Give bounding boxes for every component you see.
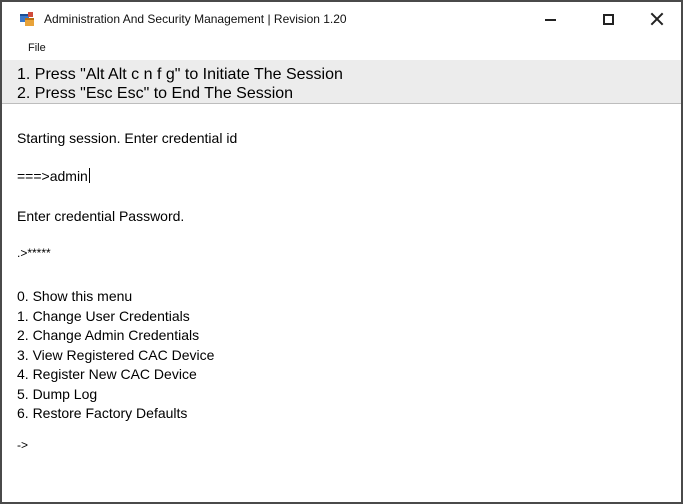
menu-item: 1. Change User Credentials xyxy=(17,307,190,324)
maximize-icon xyxy=(602,13,614,25)
close-icon xyxy=(650,12,664,26)
menu-item: 2. Change Admin Credentials xyxy=(17,327,200,343)
instruction-end: 2. Press "Esc Esc" to End The Session xyxy=(17,85,294,102)
menu-item: 5. Dump Log xyxy=(17,385,98,402)
title-bar[interactable]: Administration And Security Management |… xyxy=(2,2,681,36)
menu-item: 4. Register New CAC Device xyxy=(17,366,197,382)
menu-item: 6. Restore Factory Defaults xyxy=(17,405,188,421)
credential-id-value: ===>admin xyxy=(17,168,88,184)
maximize-button[interactable] xyxy=(585,2,631,36)
menu-file[interactable]: File xyxy=(28,42,46,54)
close-button[interactable] xyxy=(634,2,680,36)
command-prompt[interactable]: -> xyxy=(17,438,28,452)
credential-id-prompt: Starting session. Enter credential id xyxy=(17,130,238,146)
minimize-button[interactable] xyxy=(527,2,573,36)
credential-id-entry[interactable]: ===>admin xyxy=(17,168,90,184)
instructions-panel: 1. Press "Alt Alt c n f g" to Initiate T… xyxy=(2,60,681,104)
text-cursor xyxy=(88,168,90,183)
console-output[interactable]: Starting session. Enter credential id ==… xyxy=(2,105,681,502)
menu-bar: File xyxy=(2,36,681,60)
app-window: Administration And Security Management |… xyxy=(0,0,683,504)
password-entry: .>***** xyxy=(17,246,51,260)
menu-item: 0. Show this menu xyxy=(17,288,133,304)
instruction-start: 1. Press "Alt Alt c n f g" to Initiate T… xyxy=(17,66,343,83)
session-menu: 0. Show this menu 1. Change User Credent… xyxy=(17,287,214,424)
minimize-icon xyxy=(544,19,556,21)
menu-item: 3. View Registered CAC Device xyxy=(17,346,215,363)
window-title: Administration And Security Management |… xyxy=(44,12,347,26)
app-window-icon xyxy=(20,12,34,26)
password-prompt: Enter credential Password. xyxy=(17,208,185,224)
